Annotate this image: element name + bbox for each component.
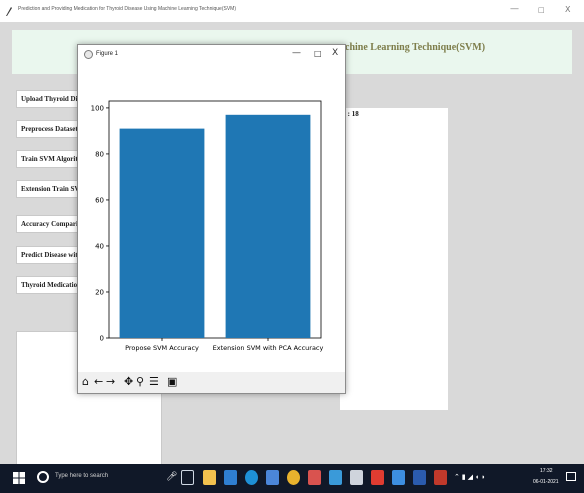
app-icon[interactable] — [392, 470, 405, 485]
file-manager-icon[interactable] — [203, 470, 216, 485]
acrobat-icon[interactable] — [371, 470, 384, 485]
app-titlebar: Prediction and Providing Medication for … — [0, 0, 584, 22]
zoom-icon[interactable]: ⚲ — [136, 375, 144, 389]
configure-icon[interactable]: ☰ — [149, 375, 159, 389]
windows-start-icon[interactable] — [13, 472, 25, 484]
header-title: chine Learning Technique(SVM) — [345, 42, 486, 53]
app-icon[interactable] — [434, 470, 447, 485]
microphone-icon[interactable]: 🎤︎ — [166, 471, 177, 482]
bar — [225, 114, 311, 339]
system-tray[interactable]: ⌃ ▮ ◢ ◖ ◗ — [454, 473, 485, 481]
app-icon[interactable] — [350, 470, 363, 485]
figure-toolbar: ⌂ ← → ✥ ⚲ ☰ ▣ — [78, 372, 345, 393]
app-icon[interactable] — [308, 470, 321, 485]
app-title: Prediction and Providing Medication for … — [18, 6, 236, 12]
figure-window: Figure 1 — □ X 0 20 40 60 80 100 Propose SVM A… — [77, 44, 346, 394]
figure-minimize-button[interactable]: — — [292, 48, 301, 58]
figure-maximize-button[interactable]: □ — [314, 49, 322, 58]
store-icon[interactable] — [224, 470, 237, 485]
chrome-icon[interactable] — [287, 470, 300, 485]
app-icon[interactable] — [266, 470, 279, 485]
pan-icon[interactable]: ✥ — [124, 375, 133, 389]
app-icon[interactable] — [329, 470, 342, 485]
forward-arrow-icon[interactable]: → — [106, 375, 115, 389]
word-icon[interactable] — [413, 470, 426, 485]
y-tick-label: 20 — [95, 288, 104, 296]
notification-icon[interactable] — [566, 472, 576, 481]
y-tick-label: 40 — [95, 242, 104, 250]
save-icon[interactable]: ▣ — [167, 375, 177, 389]
bar — [119, 128, 205, 338]
home-icon[interactable]: ⌂ — [82, 375, 89, 389]
feather-icon — [6, 7, 12, 16]
y-tick-label: 100 — [91, 104, 104, 112]
bar-chart: 0 20 40 60 80 100 Propose SVM Accuracy Extensio… — [91, 100, 324, 352]
desktop-screen: Prediction and Providing Medication for … — [0, 0, 584, 493]
x-tick-label: Extension SVM with PCA Accuracy — [213, 344, 324, 352]
back-arrow-icon[interactable]: ← — [94, 375, 103, 389]
minimize-button[interactable]: — — [510, 4, 519, 14]
y-tick-label: 80 — [95, 150, 104, 158]
maximize-button[interactable]: □ — [538, 6, 545, 14]
clock-date[interactable]: 06-01-2021 — [533, 479, 559, 485]
y-tick-label: 60 — [95, 196, 104, 204]
figure-titlebar: Figure 1 — □ X — [78, 45, 345, 65]
task-view-icon[interactable] — [181, 470, 194, 485]
close-button[interactable]: X — [565, 5, 570, 14]
matplotlib-icon — [84, 50, 93, 59]
figure-close-button[interactable]: X — [332, 48, 338, 58]
figure-title: Figure 1 — [96, 51, 119, 57]
edge-icon[interactable] — [245, 470, 258, 485]
clock-time[interactable]: 17:32 — [540, 468, 553, 474]
y-tick-label: 0 — [100, 335, 104, 343]
taskbar: Type here to search 🎤︎ ⌃ ▮ ◢ ◖ ◗ 17:32 0… — [0, 464, 584, 493]
output-text-area[interactable]: n : 18 — [340, 108, 448, 410]
search-icon[interactable] — [37, 471, 49, 483]
taskbar-search-input[interactable]: Type here to search — [55, 473, 108, 479]
x-tick-label: Propose SVM Accuracy — [125, 344, 199, 352]
figure-canvas: 0 20 40 60 80 100 Propose SVM Accuracy Extensio… — [78, 65, 345, 372]
